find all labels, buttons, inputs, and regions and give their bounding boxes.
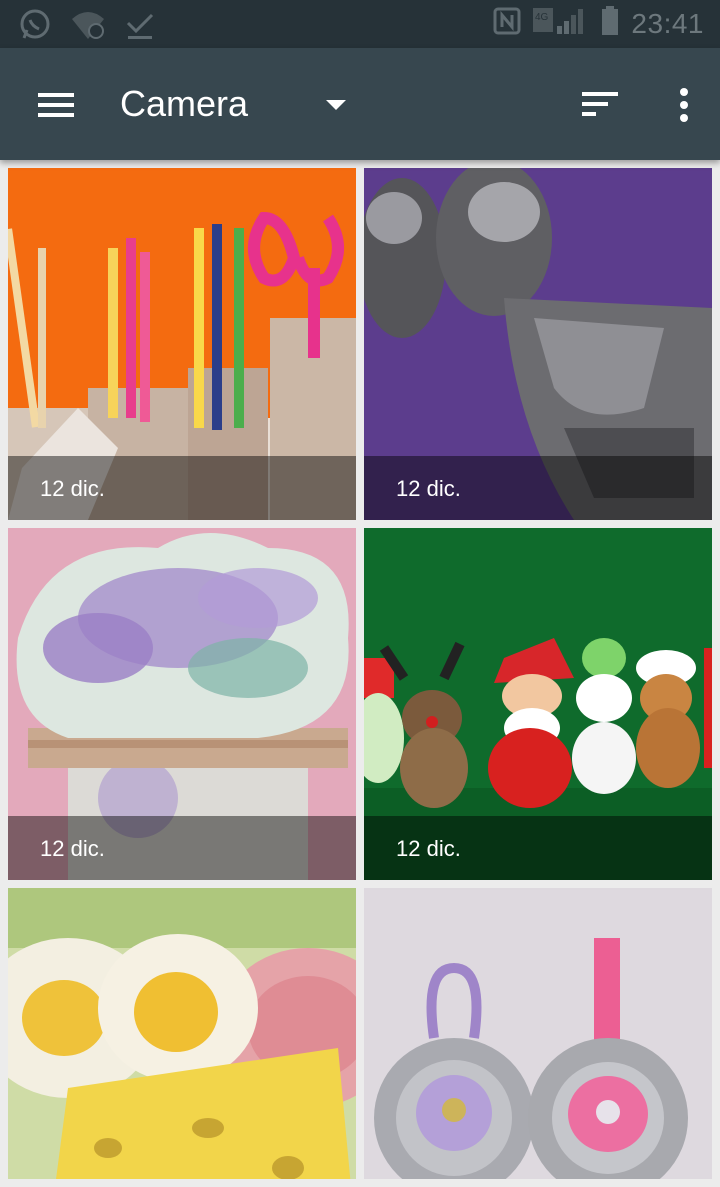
album-selector[interactable]: Camera: [120, 82, 248, 126]
app-bar: Camera: [0, 48, 720, 160]
clock: 23:41: [631, 7, 704, 39]
photo-thumbnail[interactable]: 12 dic.: [8, 528, 356, 880]
4g-signal-icon: 4G: [533, 6, 589, 41]
svg-text:4G: 4G: [535, 12, 549, 23]
caption-overlay: 12 dic.: [8, 816, 356, 880]
more-vert-icon[interactable]: [678, 88, 690, 122]
photo-thumbnail[interactable]: 12 dic.: [8, 168, 356, 520]
photo-thumbnail[interactable]: [364, 888, 712, 1179]
whatsapp-icon: [18, 8, 52, 47]
caption-overlay: 12 dic.: [364, 816, 712, 880]
status-bar: 4G 23:41: [0, 0, 720, 48]
menu-icon[interactable]: [38, 93, 74, 117]
photo-date: 12 dic.: [396, 476, 461, 501]
ornaments-image: [364, 888, 712, 1179]
caption-overlay: 12 dic.: [8, 456, 356, 520]
wifi-icon: [70, 9, 106, 46]
sort-icon[interactable]: [582, 92, 618, 118]
download-done-icon: [124, 9, 156, 46]
page-title: Camera: [120, 83, 249, 124]
nfc-icon: [493, 7, 521, 40]
photo-thumbnail[interactable]: [8, 888, 356, 1179]
photo-thumbnail[interactable]: 12 dic.: [364, 528, 712, 880]
photo-date: 12 dic.: [396, 836, 461, 861]
photo-date: 12 dic.: [40, 836, 105, 861]
photo-date: 12 dic.: [40, 476, 105, 501]
dropdown-arrow-icon[interactable]: [326, 100, 346, 110]
caption-overlay: 12 dic.: [364, 456, 712, 520]
crochet-eggs-image: [8, 888, 356, 1179]
photo-thumbnail[interactable]: 12 dic.: [364, 168, 712, 520]
battery-icon: [601, 6, 619, 41]
